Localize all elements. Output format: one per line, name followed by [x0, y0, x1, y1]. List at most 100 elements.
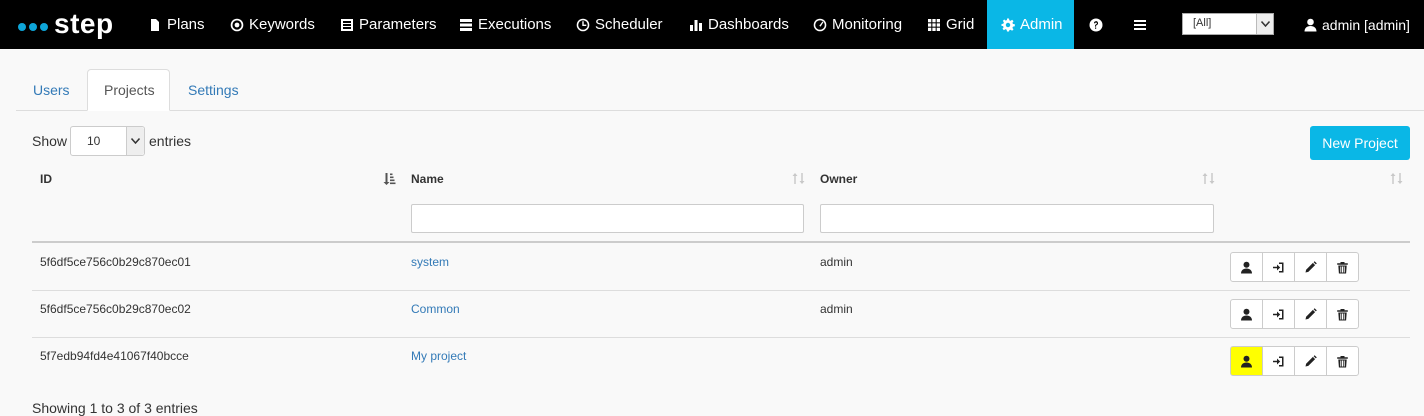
owner-filter-input[interactable] — [820, 204, 1214, 233]
trash-icon — [1337, 261, 1348, 273]
nav-grid[interactable]: Grid — [927, 0, 974, 49]
tab-projects-label: Projects — [104, 82, 155, 98]
row-2-id: 5f6df5ce756c0b29c870ec02 — [40, 302, 191, 316]
tasks-icon — [460, 18, 472, 31]
menu-button[interactable] — [1133, 0, 1147, 49]
nav-plans-label: Plans — [167, 16, 205, 33]
nav-scheduler-label: Scheduler — [595, 16, 663, 33]
clock-icon — [576, 18, 590, 31]
column-header-owner[interactable]: Owner — [820, 172, 857, 186]
nav-scheduler[interactable]: Scheduler — [576, 0, 663, 49]
log-in-icon — [1273, 262, 1284, 272]
help-button[interactable] — [1089, 0, 1103, 49]
gear-icon — [1001, 18, 1015, 31]
chevron-down-icon — [1256, 14, 1273, 34]
show-label: Show — [32, 133, 68, 149]
record-icon — [230, 18, 244, 31]
nav-dashboards[interactable]: Dashboards — [689, 0, 789, 49]
tab-settings[interactable]: Settings — [172, 69, 255, 111]
row-1-assign-user-button[interactable] — [1230, 252, 1263, 282]
row-divider — [32, 290, 1410, 291]
trash-icon — [1337, 355, 1348, 367]
nav-keywords[interactable]: Keywords — [230, 0, 315, 49]
trash-icon — [1337, 308, 1348, 320]
row-2-select-project-button[interactable] — [1262, 299, 1295, 329]
tab-projects[interactable]: Projects — [87, 69, 170, 111]
tab-settings-label: Settings — [188, 82, 239, 98]
project-select-value: [All] — [1193, 17, 1212, 29]
row-1-name-link[interactable]: system — [411, 255, 449, 269]
sort-icon[interactable] — [1390, 172, 1403, 185]
dashboard-icon — [813, 18, 827, 31]
list-icon — [341, 18, 353, 31]
sort-amount-asc-icon[interactable] — [383, 172, 396, 185]
log-in-icon — [1273, 356, 1284, 366]
row-3-edit-button[interactable] — [1294, 346, 1327, 376]
nav-executions-label: Executions — [478, 16, 552, 33]
entries-label: entries — [149, 133, 192, 149]
nav-dashboards-label: Dashboards — [708, 16, 789, 33]
nav-monitoring-label: Monitoring — [832, 16, 903, 33]
row-1-edit-button[interactable] — [1294, 252, 1327, 282]
nav-monitoring[interactable]: Monitoring — [813, 0, 902, 49]
row-2-delete-button[interactable] — [1326, 299, 1359, 329]
row-1-delete-button[interactable] — [1326, 252, 1359, 282]
file-icon — [151, 18, 159, 31]
row-1-select-project-button[interactable] — [1262, 252, 1295, 282]
tab-users-label: Users — [33, 82, 70, 98]
column-header-name[interactable]: Name — [411, 172, 444, 186]
pencil-icon — [1305, 307, 1317, 319]
user-icon — [1304, 18, 1317, 31]
row-3-delete-button[interactable] — [1326, 346, 1359, 376]
row-1-owner: admin — [820, 255, 853, 269]
log-in-icon — [1273, 309, 1284, 319]
nav-keywords-label: Keywords — [249, 16, 315, 33]
logo-text: step — [54, 8, 114, 39]
row-3-actions — [1230, 346, 1359, 376]
row-2-owner: admin — [820, 302, 853, 316]
tab-users[interactable]: Users — [17, 69, 86, 111]
user-icon — [1241, 261, 1252, 273]
name-filter-input[interactable] — [411, 204, 804, 233]
pencil-icon — [1305, 354, 1317, 366]
sort-icon[interactable] — [1202, 172, 1215, 185]
nav-parameters-label: Parameters — [359, 16, 437, 33]
row-3-id: 5f7edb94fd4e41067f40bcce — [40, 349, 189, 363]
project-select[interactable]: [All] — [1182, 13, 1274, 35]
header-divider — [32, 241, 1410, 243]
page-length-select[interactable]: 10 — [70, 126, 145, 156]
row-3-select-project-button[interactable] — [1262, 346, 1295, 376]
hamburger-icon — [1134, 19, 1146, 30]
nav-admin-label: Admin — [1020, 16, 1063, 33]
nav-executions[interactable]: Executions — [459, 0, 551, 49]
row-2-assign-user-button[interactable] — [1230, 299, 1263, 329]
pencil-icon — [1305, 260, 1317, 272]
grid-icon — [928, 18, 940, 31]
page-length-value: 10 — [87, 134, 101, 148]
row-divider — [32, 337, 1410, 338]
row-3-name-link[interactable]: My project — [411, 349, 466, 363]
nav-grid-label: Grid — [946, 16, 975, 33]
row-2-name-link[interactable]: Common — [411, 302, 460, 316]
nav-plans[interactable]: Plans — [148, 0, 205, 49]
user-icon — [1241, 308, 1252, 320]
row-2-edit-button[interactable] — [1294, 299, 1327, 329]
row-1-id: 5f6df5ce756c0b29c870ec01 — [40, 255, 191, 269]
row-3-assign-user-button[interactable] — [1230, 346, 1263, 376]
logo-dots-icon — [18, 23, 48, 31]
top-navbar: step Plans Keywords Parameters Execution… — [0, 0, 1424, 49]
row-1-actions — [1230, 252, 1359, 282]
user-menu[interactable]: admin [admin] — [1304, 0, 1410, 49]
stats-icon — [690, 19, 702, 31]
chevron-down-icon — [126, 127, 144, 155]
user-label: admin [admin] — [1322, 16, 1410, 33]
question-icon — [1089, 18, 1103, 31]
new-project-button[interactable]: New Project — [1310, 126, 1410, 160]
nav-admin[interactable]: Admin — [987, 0, 1074, 49]
sort-icon[interactable] — [792, 172, 805, 185]
user-icon — [1241, 355, 1252, 367]
nav-parameters[interactable]: Parameters — [340, 0, 437, 49]
row-2-actions — [1230, 299, 1359, 329]
column-header-id[interactable]: ID — [40, 172, 52, 186]
step-logo[interactable]: step — [18, 5, 114, 43]
